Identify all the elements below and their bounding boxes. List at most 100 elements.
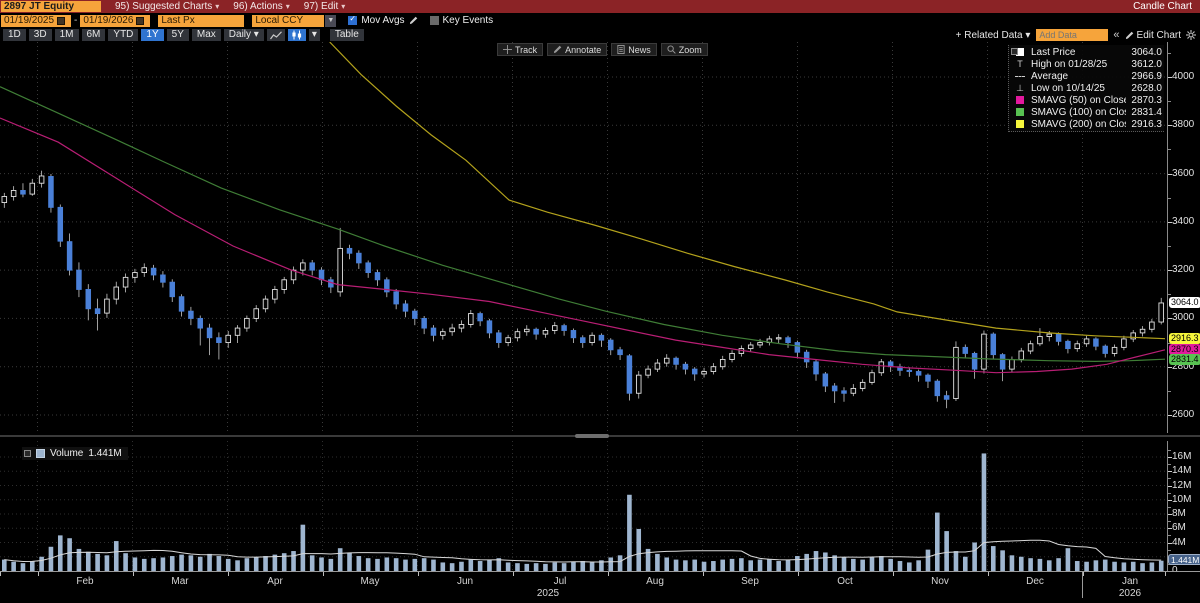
volume-value: 1.441M <box>88 448 122 459</box>
legend-label: SMAVG (100) on Close <box>1031 106 1126 118</box>
price-badge: 2831.4 <box>1169 353 1200 365</box>
year-separator <box>1082 572 1083 598</box>
month-label-dec[interactable]: Dec <box>1026 576 1044 587</box>
volume-minor-tick <box>1168 492 1171 494</box>
ticker-field[interactable]: 2897 JT Equity <box>1 1 101 12</box>
range-button-1m[interactable]: 1M <box>54 29 79 41</box>
calendar-icon[interactable] <box>57 16 66 25</box>
add-data-input[interactable] <box>1036 29 1109 41</box>
month-label-mar[interactable]: Mar <box>171 576 188 587</box>
volume-minor-tick <box>1168 464 1171 466</box>
menu-container: 95) Suggested Charts ▾ 96) Actions ▾ 97) Edi… <box>101 1 345 12</box>
price-minor-tick <box>1168 52 1171 54</box>
volume-chart[interactable] <box>0 441 1168 571</box>
legend-row-2: Average 2966.9 <box>1009 70 1162 82</box>
menu-item-edit[interactable]: 97) Edit ▾ <box>304 1 345 12</box>
volume-minor-tick <box>1168 478 1171 480</box>
mov-avgs-pencil-icon[interactable] <box>409 16 418 25</box>
collapse-panel-button[interactable]: « <box>1113 29 1119 41</box>
mov-avgs-checkbox[interactable] <box>348 14 358 25</box>
menu-item-actions[interactable]: 96) Actions ▾ <box>233 1 290 12</box>
range-button-1d[interactable]: 1D <box>3 29 26 41</box>
legend-row-1: T High on 01/28/25 3612.0 <box>1009 58 1162 70</box>
price-tick-label: 3400 <box>1172 215 1195 227</box>
month-tick <box>417 572 419 576</box>
month-label-may[interactable]: May <box>361 576 380 587</box>
menu-item-suggested-charts[interactable]: 95) Suggested Charts ▾ <box>115 1 219 12</box>
toolbar-zoom-button[interactable]: Zoom <box>660 43 708 56</box>
range-button-max[interactable]: Max <box>191 29 221 41</box>
chart-type-more-caret[interactable]: ▾ <box>308 29 320 41</box>
legend-label: SMAVG (50) on Close <box>1031 94 1126 106</box>
month-label-sep[interactable]: Sep <box>741 576 759 587</box>
month-label-apr[interactable]: Apr <box>267 576 283 587</box>
axis-end-tick <box>0 572 1 576</box>
row3-right-cluster: + Related Data ▾ « Edit Chart <box>956 29 1196 41</box>
date-axis[interactable]: Feb Mar Apr May Jun Jul Aug Sep Oct Nov Dec Jan 2025… <box>0 571 1200 603</box>
month-tick <box>702 572 704 576</box>
panel-divider[interactable] <box>0 434 1200 438</box>
chart-legend[interactable]: Last Price 3064.0 T High on 01/28/25 3612.0 A… <box>1008 45 1164 132</box>
range-buttons: 1D 3D 1M 6M YTD 1Y 5Y Max <box>0 29 221 41</box>
month-label-feb[interactable]: Feb <box>76 576 93 587</box>
month-label-nov[interactable]: Nov <box>931 576 949 587</box>
related-data-menu[interactable]: + Related Data ▾ <box>956 30 1031 41</box>
calendar-icon[interactable] <box>136 16 145 25</box>
range-button-6m[interactable]: 6M <box>81 29 106 41</box>
price-badge: 2916.3 <box>1169 333 1200 345</box>
toolbar-annotate-button[interactable]: Annotate <box>547 43 608 56</box>
titlebar: 2897 JT Equity 95) Suggested Charts ▾ 96) … <box>0 0 1200 13</box>
price-chart[interactable] <box>0 42 1168 433</box>
month-label-jun[interactable]: Jun <box>457 576 473 587</box>
volume-tick-label: 4M <box>1172 536 1186 548</box>
legend-label: Average <box>1031 70 1069 82</box>
date-range-dash: - <box>74 15 78 26</box>
month-label-jan[interactable]: Jan <box>1122 576 1138 587</box>
volume-tick-label: 16M <box>1172 451 1192 462</box>
axis-end-tick <box>1165 572 1166 576</box>
date-from-field[interactable]: 01/19/2025 <box>1 14 71 27</box>
volume-legend[interactable]: Volume 1.441M <box>22 447 128 460</box>
series-swatch <box>1016 96 1024 104</box>
volume-minor-tick <box>1168 506 1171 508</box>
volume-tick-label: 6M <box>1172 522 1186 534</box>
period-select[interactable]: Daily ▾ <box>223 29 264 41</box>
month-label-oct[interactable]: Oct <box>837 576 853 587</box>
volume-minor-tick <box>1168 549 1171 551</box>
line-chart-type-button[interactable] <box>266 29 285 41</box>
currency-caret-icon[interactable]: ▼ <box>325 14 337 27</box>
volume-label: Volume <box>50 448 84 459</box>
price-field-select[interactable]: Last Px <box>158 14 245 27</box>
toolbar-track-button[interactable]: Track <box>497 43 544 56</box>
settings-gear-icon[interactable] <box>1186 30 1196 40</box>
range-button-3d[interactable]: 3D <box>28 29 52 41</box>
range-button-ytd[interactable]: YTD <box>108 29 139 41</box>
date-to-field[interactable]: 01/19/2026 <box>80 14 151 27</box>
month-tick <box>37 572 39 576</box>
key-events-checkbox[interactable] <box>429 16 439 25</box>
legend-marker: T <box>1009 59 1031 69</box>
candle-chart-type-button[interactable] <box>287 29 306 41</box>
price-minor-tick <box>1168 197 1171 199</box>
legend-expand-icon[interactable] <box>1011 48 1018 55</box>
pencil-icon <box>1125 31 1133 39</box>
legend-marker <box>1009 75 1031 77</box>
price-minor-tick <box>1168 390 1171 392</box>
range-button-5y[interactable]: 5Y <box>166 29 189 41</box>
month-label-jul[interactable]: Jul <box>554 576 567 587</box>
price-minor-tick <box>1168 245 1171 247</box>
expand-icon[interactable] <box>24 450 31 457</box>
month-label-aug[interactable]: Aug <box>646 576 664 587</box>
table-button[interactable]: Table <box>329 29 364 41</box>
month-tick <box>607 572 609 576</box>
date-to-value: 01/19/2026 <box>83 14 134 26</box>
edit-chart-button[interactable]: Edit Chart <box>1125 30 1181 41</box>
panel-resize-handle[interactable] <box>575 434 609 438</box>
currency-select[interactable]: Local CCY <box>252 14 325 27</box>
month-tick <box>987 572 989 576</box>
toolbar-news-button[interactable]: News <box>611 43 657 56</box>
range-button-1y[interactable]: 1Y <box>141 29 164 41</box>
price-tick-label: 3200 <box>1172 264 1195 276</box>
legend-label: High on 01/28/25 <box>1031 58 1108 70</box>
legend-value: 2916.3 <box>1131 118 1162 130</box>
